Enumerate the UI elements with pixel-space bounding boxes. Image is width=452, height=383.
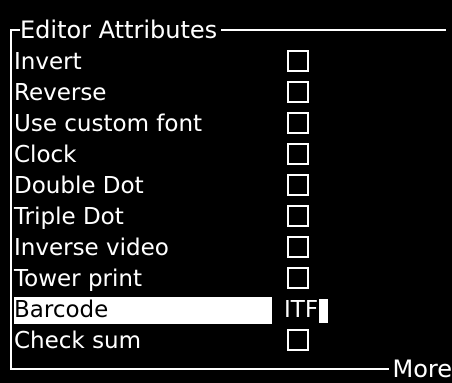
check-sum-checkbox[interactable] — [287, 329, 309, 351]
attribute-row-check-sum[interactable]: Check sum — [14, 326, 444, 357]
attribute-row-invert[interactable]: Invert — [14, 47, 444, 78]
attribute-row-use-custom-font[interactable]: Use custom font — [14, 109, 444, 140]
panel-frame-left — [10, 29, 12, 369]
attribute-label: Tower print — [14, 266, 142, 292]
attribute-row-tower-print[interactable]: Tower print — [14, 264, 444, 295]
panel-frame-bottom — [10, 368, 452, 370]
clock-checkbox[interactable] — [287, 143, 309, 165]
double-dot-checkbox[interactable] — [287, 174, 309, 196]
attribute-label: Double Dot — [14, 173, 144, 199]
more-indicator[interactable]: More — [388, 355, 452, 383]
attribute-label: Check sum — [14, 328, 142, 354]
attribute-row-clock[interactable]: Clock — [14, 140, 444, 171]
reverse-checkbox[interactable] — [287, 81, 309, 103]
attribute-label: Inverse video — [14, 235, 169, 261]
attribute-label: Clock — [14, 142, 77, 168]
tower-print-checkbox[interactable] — [287, 267, 309, 289]
use-custom-font-checkbox[interactable] — [287, 112, 309, 134]
inverse-video-checkbox[interactable] — [287, 236, 309, 258]
attribute-label-selected: Barcode — [14, 297, 272, 324]
barcode-value: ITF — [284, 297, 319, 323]
attribute-label: Invert — [14, 49, 82, 75]
attribute-row-triple-dot[interactable]: Triple Dot — [14, 202, 444, 233]
barcode-value-field[interactable]: ITF — [272, 297, 329, 324]
attribute-row-inverse-video[interactable]: Inverse video — [14, 233, 444, 264]
attribute-row-reverse[interactable]: Reverse — [14, 78, 444, 109]
attribute-label: Triple Dot — [14, 204, 124, 230]
editor-attributes-screen: Editor Attributes Invert Reverse Use cus… — [0, 0, 452, 383]
panel-title: Editor Attributes — [20, 14, 222, 46]
attribute-label: Use custom font — [14, 111, 203, 137]
attribute-list: Invert Reverse Use custom font Clock Dou… — [14, 47, 444, 357]
attribute-row-double-dot[interactable]: Double Dot — [14, 171, 444, 202]
invert-checkbox[interactable] — [287, 50, 309, 72]
attribute-row-barcode[interactable]: Barcode ITF — [14, 295, 444, 326]
triple-dot-checkbox[interactable] — [287, 205, 309, 227]
attribute-label: Reverse — [14, 80, 107, 106]
text-cursor — [319, 298, 329, 323]
